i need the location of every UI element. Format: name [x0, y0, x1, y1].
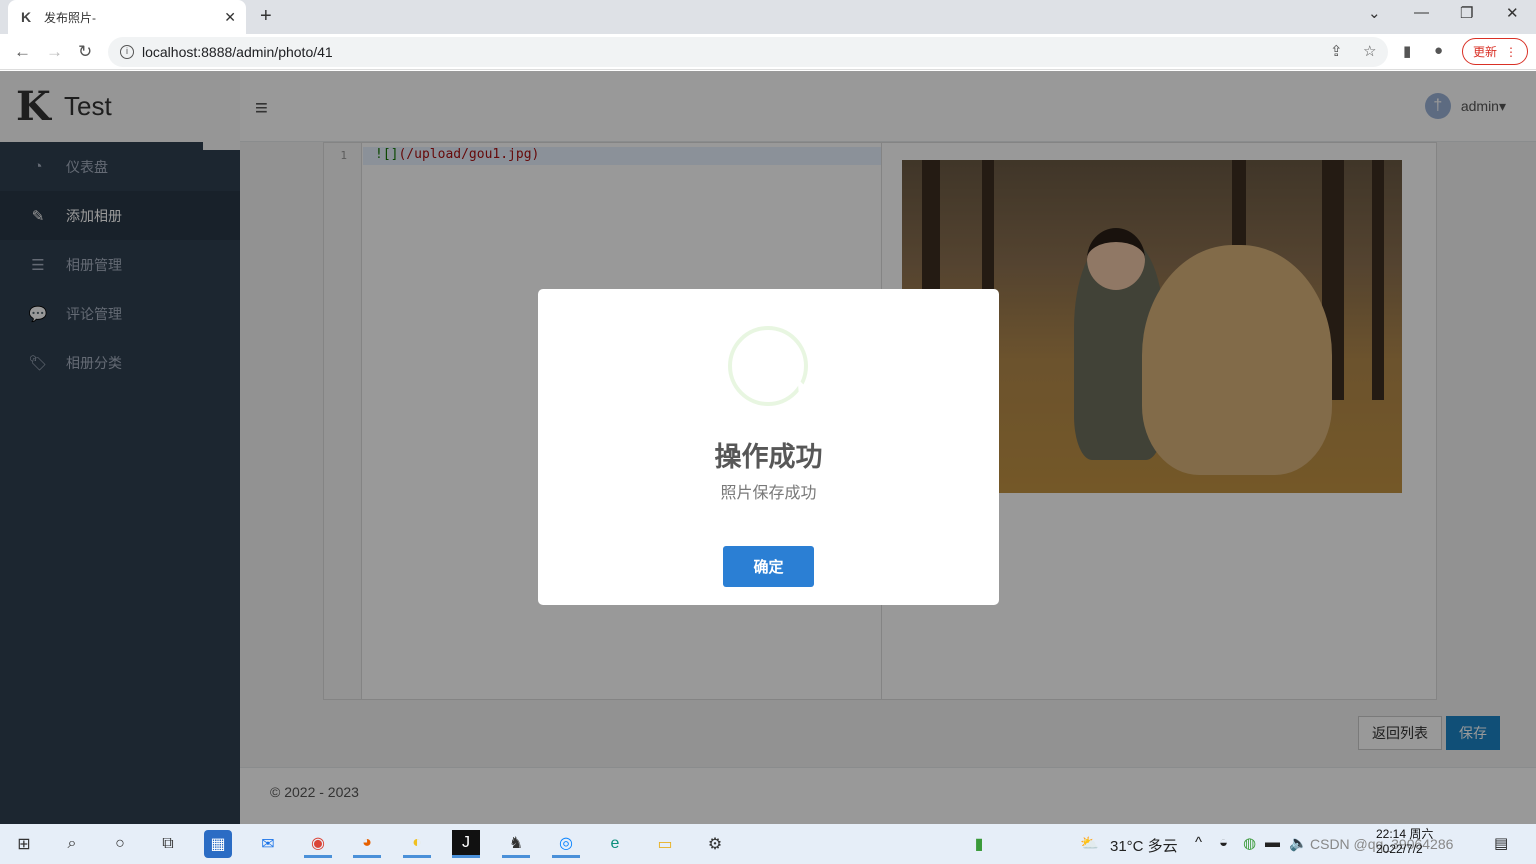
store-icon[interactable]: ▦ — [204, 830, 232, 858]
success-dialog: 操作成功 照片保存成功 确定 — [538, 289, 999, 605]
tab-close-icon[interactable]: ✕ — [224, 9, 236, 26]
volume-icon[interactable]: 🔈 — [1289, 834, 1308, 852]
firefox-icon[interactable]: ◕ — [353, 830, 381, 858]
minimize-icon[interactable]: — — [1414, 4, 1429, 21]
site-info-icon[interactable]: i — [120, 45, 134, 59]
chrome-icon[interactable]: ◉ — [304, 830, 332, 858]
profile-icon[interactable]: ● — [1434, 42, 1443, 59]
browser-app-icon[interactable]: ◎ — [552, 830, 580, 858]
file-explorer-icon[interactable]: ▭ — [651, 830, 679, 858]
browser-tab-strip: K 发布照片- ✕ + ⌄ — ❐ ✕ — [0, 0, 1536, 34]
weather-icon[interactable]: ⛅ — [1080, 834, 1099, 852]
browser-tab[interactable]: K 发布照片- ✕ — [8, 0, 246, 34]
bookmark-star-icon[interactable]: ☆ — [1363, 42, 1376, 60]
network-icon[interactable]: ▬ — [1265, 834, 1280, 851]
weather-text[interactable]: 31°C 多云 — [1110, 835, 1178, 856]
dialog-title: 操作成功 — [714, 442, 823, 472]
reload-icon[interactable]: ↻ — [78, 42, 92, 62]
forward-icon[interactable]: → — [46, 42, 63, 62]
browser-toolbar: ← → ↻ i localhost:8888/admin/photo/41 ⇪ … — [0, 34, 1536, 70]
folder-app-icon[interactable]: ◐ — [403, 830, 431, 858]
navicat-icon[interactable]: ♞ — [502, 830, 530, 858]
qq-icon[interactable]: ◒ — [1219, 834, 1228, 851]
update-label: 更新 — [1472, 45, 1497, 59]
tab-title: 发布照片- — [44, 10, 96, 25]
task-view-icon[interactable]: ⧉ — [154, 830, 182, 858]
site-favicon-icon: K — [20, 9, 32, 25]
side-panel-icon[interactable]: ▮ — [1403, 42, 1411, 60]
intellij-icon[interactable]: J — [452, 830, 480, 858]
windows-taskbar: ⊞ ⌕ ○ ⧉ ▦ ✉ ◉ ◕ ◐ J ♞ ◎ e ▭ ⚙ ▮ ⛅ 31°C 多… — [0, 824, 1536, 864]
notification-icon[interactable]: ▤ — [1494, 834, 1508, 852]
tray-sync-icon[interactable]: ◍ — [1243, 834, 1256, 852]
battery-icon[interactable]: ▮ — [965, 830, 993, 858]
restore-icon[interactable]: ❐ — [1460, 4, 1473, 22]
confirm-button[interactable]: 确定 — [723, 546, 814, 587]
tray-expand-icon[interactable]: ^ — [1195, 834, 1202, 851]
cortana-icon[interactable]: ○ — [106, 830, 134, 858]
dialog-message: 照片保存成功 — [720, 485, 817, 502]
clock-time: 22:14 周六 — [1376, 827, 1434, 841]
update-button[interactable]: 更新 ⋮ — [1462, 38, 1528, 65]
windows-start-icon[interactable]: ⊞ — [10, 830, 38, 858]
url-text: localhost:8888/admin/photo/41 — [142, 44, 333, 60]
search-icon[interactable]: ⌕ — [58, 830, 86, 858]
share-icon[interactable]: ⇪ — [1330, 42, 1343, 60]
more-menu-icon: ⋮ — [1505, 44, 1517, 59]
edge-icon[interactable]: e — [601, 830, 629, 858]
tab-search-icon[interactable]: ⌄ — [1368, 4, 1381, 22]
control-panel-icon[interactable]: ⚙ — [701, 830, 729, 858]
success-check-icon — [728, 326, 808, 406]
address-bar[interactable]: i localhost:8888/admin/photo/41 — [108, 37, 1388, 67]
back-icon[interactable]: ← — [14, 42, 31, 62]
window-close-icon[interactable]: ✕ — [1506, 4, 1519, 22]
new-tab-icon[interactable]: + — [260, 5, 272, 28]
mail-icon[interactable]: ✉ — [254, 830, 282, 858]
clock-date: 2022/7/2 — [1376, 842, 1423, 856]
system-clock[interactable]: 22:14 周六 2022/7/2 — [1376, 827, 1433, 857]
